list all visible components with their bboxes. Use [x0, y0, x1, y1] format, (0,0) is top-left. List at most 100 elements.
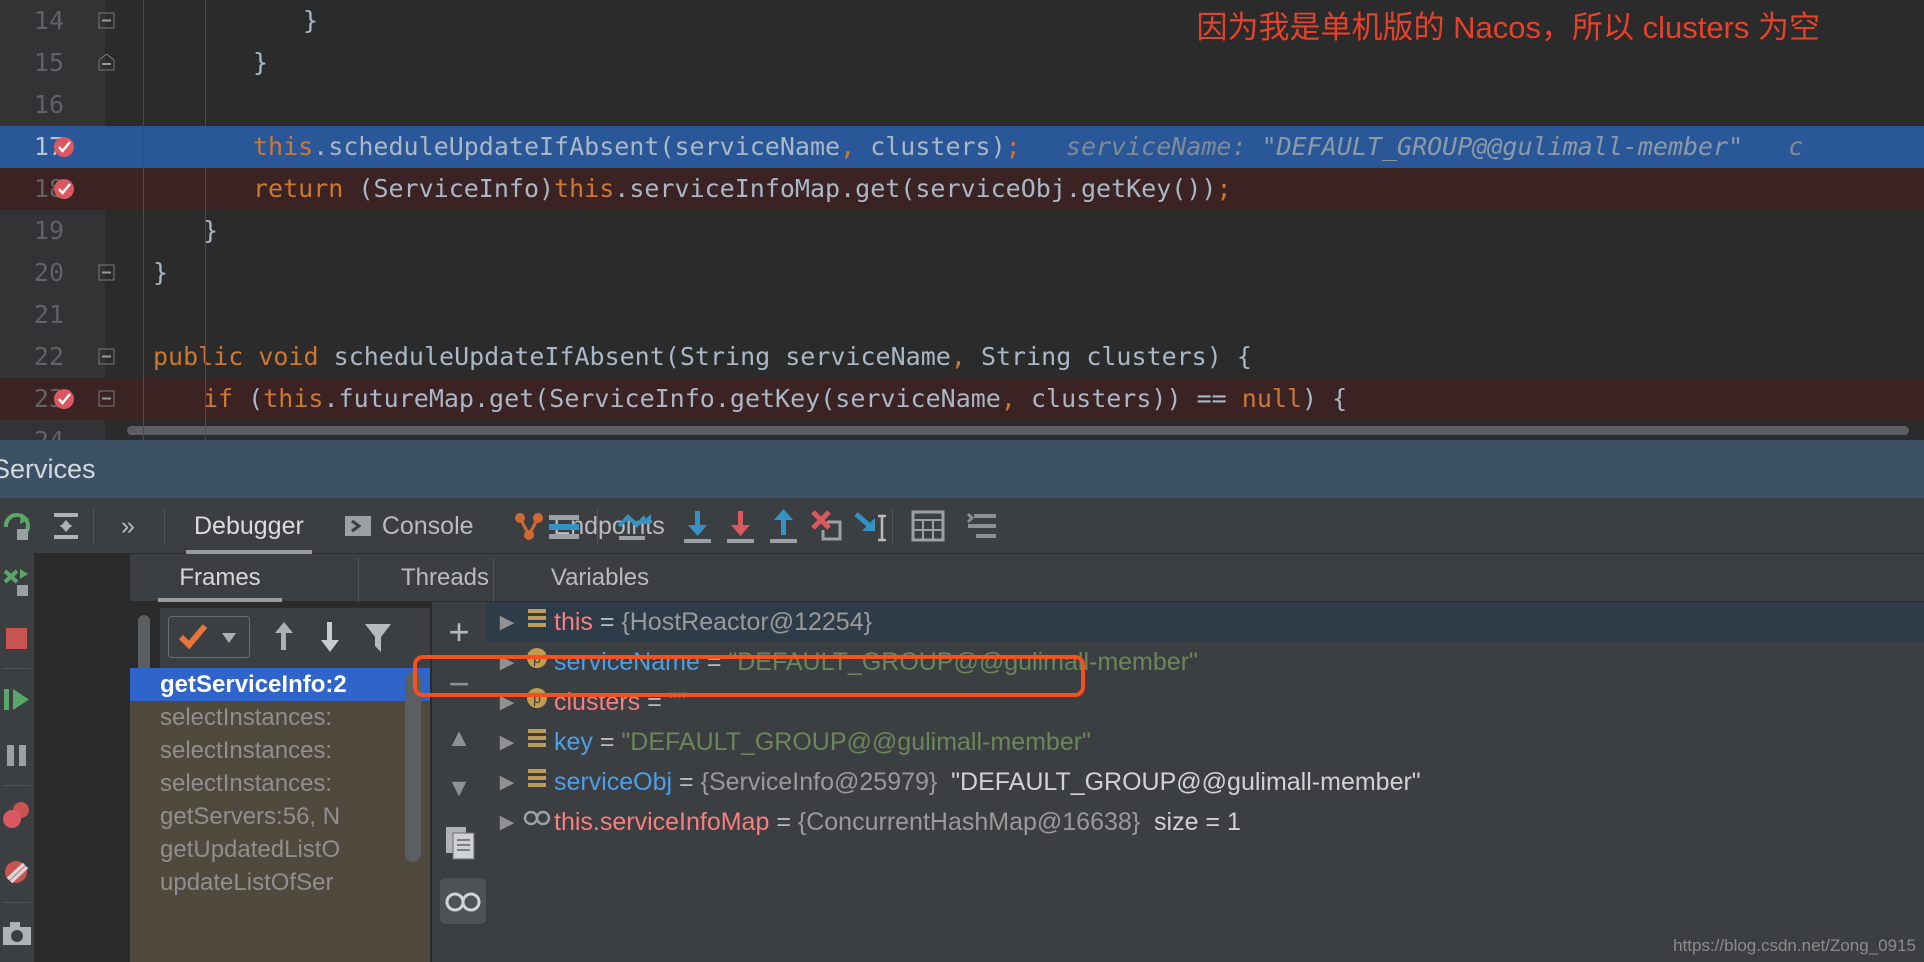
evaluate-expression-icon[interactable]	[900, 498, 956, 554]
svg-text:p: p	[533, 692, 541, 707]
variable-value: {ServiceInfo@25979}	[700, 768, 938, 796]
breakpoint-icon[interactable]	[52, 177, 76, 201]
variable-row[interactable]: ▶ key = "DEFAULT_GROUP@@gulimall-member"	[486, 722, 1924, 762]
expand-arrow-icon[interactable]: ▶	[494, 603, 520, 643]
move-down-button[interactable]: ▼	[432, 764, 486, 812]
subtab-frames[interactable]: Frames	[150, 554, 290, 602]
mute-breakpoints-icon[interactable]	[0, 844, 34, 900]
code-line[interactable]: 17 this.scheduleUpdateIfAbsent(serviceNam…	[0, 126, 1924, 168]
expand-arrow-icon[interactable]: ▶	[494, 683, 520, 723]
breakpoint-icon[interactable]	[52, 387, 76, 411]
watermark-text: https://blog.csdn.net/Zong_0915	[1673, 936, 1916, 955]
inspect-glasses-button[interactable]	[440, 878, 486, 924]
more-actions-button[interactable]: »	[100, 498, 156, 554]
subtab-threads[interactable]: Threads	[375, 554, 515, 602]
code-line[interactable]: 23 if (this.futureMap.get(ServiceInfo.get…	[0, 378, 1924, 420]
pause-program-icon[interactable]	[0, 727, 34, 783]
indent-guide	[205, 378, 206, 420]
frames-scrollbar-thumb[interactable]	[405, 672, 421, 862]
expand-arrow-icon[interactable]: ▶	[494, 763, 520, 803]
expand-arrow-icon[interactable]: ▶	[494, 723, 520, 763]
rerun-failed-icon[interactable]	[0, 554, 34, 610]
indent-guide	[143, 84, 144, 126]
layout-settings-icon[interactable]	[38, 498, 94, 554]
arrow-up-icon[interactable]	[262, 616, 306, 658]
thread-selector-button[interactable]	[168, 616, 250, 658]
variable-name: this	[554, 608, 593, 636]
field-icon	[520, 723, 554, 763]
debug-session-toolbar[interactable]	[0, 498, 34, 962]
variable-value: {HostReactor@12254}	[621, 608, 872, 636]
indent-guide	[143, 210, 144, 252]
code-editor[interactable]: 14} 15} 16 17 this.scheduleUpdateIfAbsent(se…	[0, 0, 1924, 440]
toolbar-separator	[3, 785, 31, 786]
variable-row[interactable]: ▶ p serviceName = "DEFAULT_GROUP@@gulimall…	[486, 642, 1924, 682]
indent-guide	[143, 42, 144, 84]
expand-arrow-icon[interactable]: ▶	[494, 643, 520, 683]
services-tool-window-header[interactable]: Services	[0, 440, 1924, 498]
debugger-sub-tabs[interactable]: Frames Threads Variables	[130, 554, 1924, 602]
variable-row[interactable]: ▶ serviceObj = {ServiceInfo@25979} "DEFAU…	[486, 762, 1924, 802]
fold-marker-icon[interactable]	[98, 264, 115, 281]
variables-side-toolbar[interactable]: + − ▲ ▼	[432, 602, 486, 962]
code-line[interactable]: 20}	[0, 252, 1924, 294]
expand-arrow-icon[interactable]: ▶	[494, 803, 520, 843]
settings-list-icon[interactable]	[536, 498, 592, 554]
code-line[interactable]: 16	[0, 84, 1924, 126]
frame-row[interactable]: getServers:56, N	[130, 800, 430, 833]
filter-icon[interactable]	[356, 616, 400, 658]
debugger-toolbar[interactable]: » Debugger Console Endpoints	[34, 498, 1924, 554]
frame-row[interactable]: getServiceInfo:2	[130, 668, 430, 701]
tab-console[interactable]: Console	[324, 498, 494, 554]
resume-program-icon[interactable]	[0, 671, 34, 727]
frames-list[interactable]: getServiceInfo:2 selectInstances: selectIn…	[130, 668, 430, 962]
arrow-down-icon[interactable]	[308, 616, 352, 658]
fold-marker-icon[interactable]	[98, 12, 115, 29]
code-line[interactable]: 18 return (ServiceInfo)this.serviceInfoMa…	[0, 168, 1924, 210]
tab-debugger[interactable]: Debugger	[174, 498, 324, 554]
code-text: return (ServiceInfo)this.serviceInfoMap.…	[253, 174, 1232, 203]
frame-row[interactable]: getUpdatedListO	[130, 833, 430, 866]
fold-marker-icon[interactable]	[98, 348, 115, 365]
indent-guide	[205, 126, 206, 168]
fold-marker-icon[interactable]	[98, 390, 115, 407]
variable-row[interactable]: ▶ p clusters = ""	[486, 682, 1924, 722]
fold-marker-icon[interactable]	[98, 53, 115, 71]
layout-list-icon[interactable]	[954, 498, 1010, 554]
code-text: }	[303, 6, 319, 35]
parameter-icon: p	[520, 683, 554, 723]
code-line[interactable]: 21	[0, 294, 1924, 336]
show-execution-point-icon[interactable]	[607, 498, 663, 554]
rerun-icon[interactable]	[0, 498, 34, 554]
frame-row[interactable]: updateListOfSer	[130, 866, 430, 899]
code-line[interactable]: 19}	[0, 210, 1924, 252]
frame-row[interactable]: selectInstances:	[130, 767, 430, 800]
variable-row[interactable]: ▶ this = {HostReactor@12254}	[486, 602, 1924, 642]
breakpoint-icon[interactable]	[52, 135, 76, 159]
code-text: this.scheduleUpdateIfAbsent(serviceName,…	[253, 132, 1804, 161]
move-up-button[interactable]: ▲	[432, 714, 486, 762]
variables-tree[interactable]: ▶ this = {HostReactor@12254} ▶ p serviceName…	[486, 602, 1924, 962]
frames-toolbar[interactable]	[160, 608, 430, 668]
copy-value-button[interactable]	[438, 820, 482, 864]
subtab-variables[interactable]: Variables	[520, 554, 680, 602]
code-line[interactable]: 15}	[0, 42, 1924, 84]
indent-guide	[143, 126, 144, 168]
remove-watch-button[interactable]: −	[432, 660, 486, 708]
add-watch-button[interactable]: +	[432, 608, 486, 656]
code-line[interactable]: 22 public void scheduleUpdateIfAbsent(Str…	[0, 336, 1924, 378]
screenshot-icon[interactable]	[0, 905, 34, 961]
frame-row[interactable]: selectInstances:	[130, 701, 430, 734]
console-icon	[344, 512, 372, 540]
view-breakpoints-icon[interactable]	[0, 788, 34, 844]
stop-icon[interactable]	[0, 610, 34, 666]
run-to-cursor-icon[interactable]	[842, 498, 898, 554]
indent-guide	[143, 168, 144, 210]
variable-row[interactable]: ▶ this.serviceInfoMap = {ConcurrentHashMa…	[486, 802, 1924, 842]
idea-window: 14} 15} 16 17 this.scheduleUpdateIfAbsent(se…	[0, 0, 1924, 962]
indent-guide	[143, 420, 144, 440]
frame-row[interactable]: selectInstances:	[130, 734, 430, 767]
scrollbar-thumb[interactable]	[127, 426, 1909, 435]
tab-label: Console	[381, 511, 474, 540]
editor-horizontal-scrollbar[interactable]	[127, 424, 1917, 436]
